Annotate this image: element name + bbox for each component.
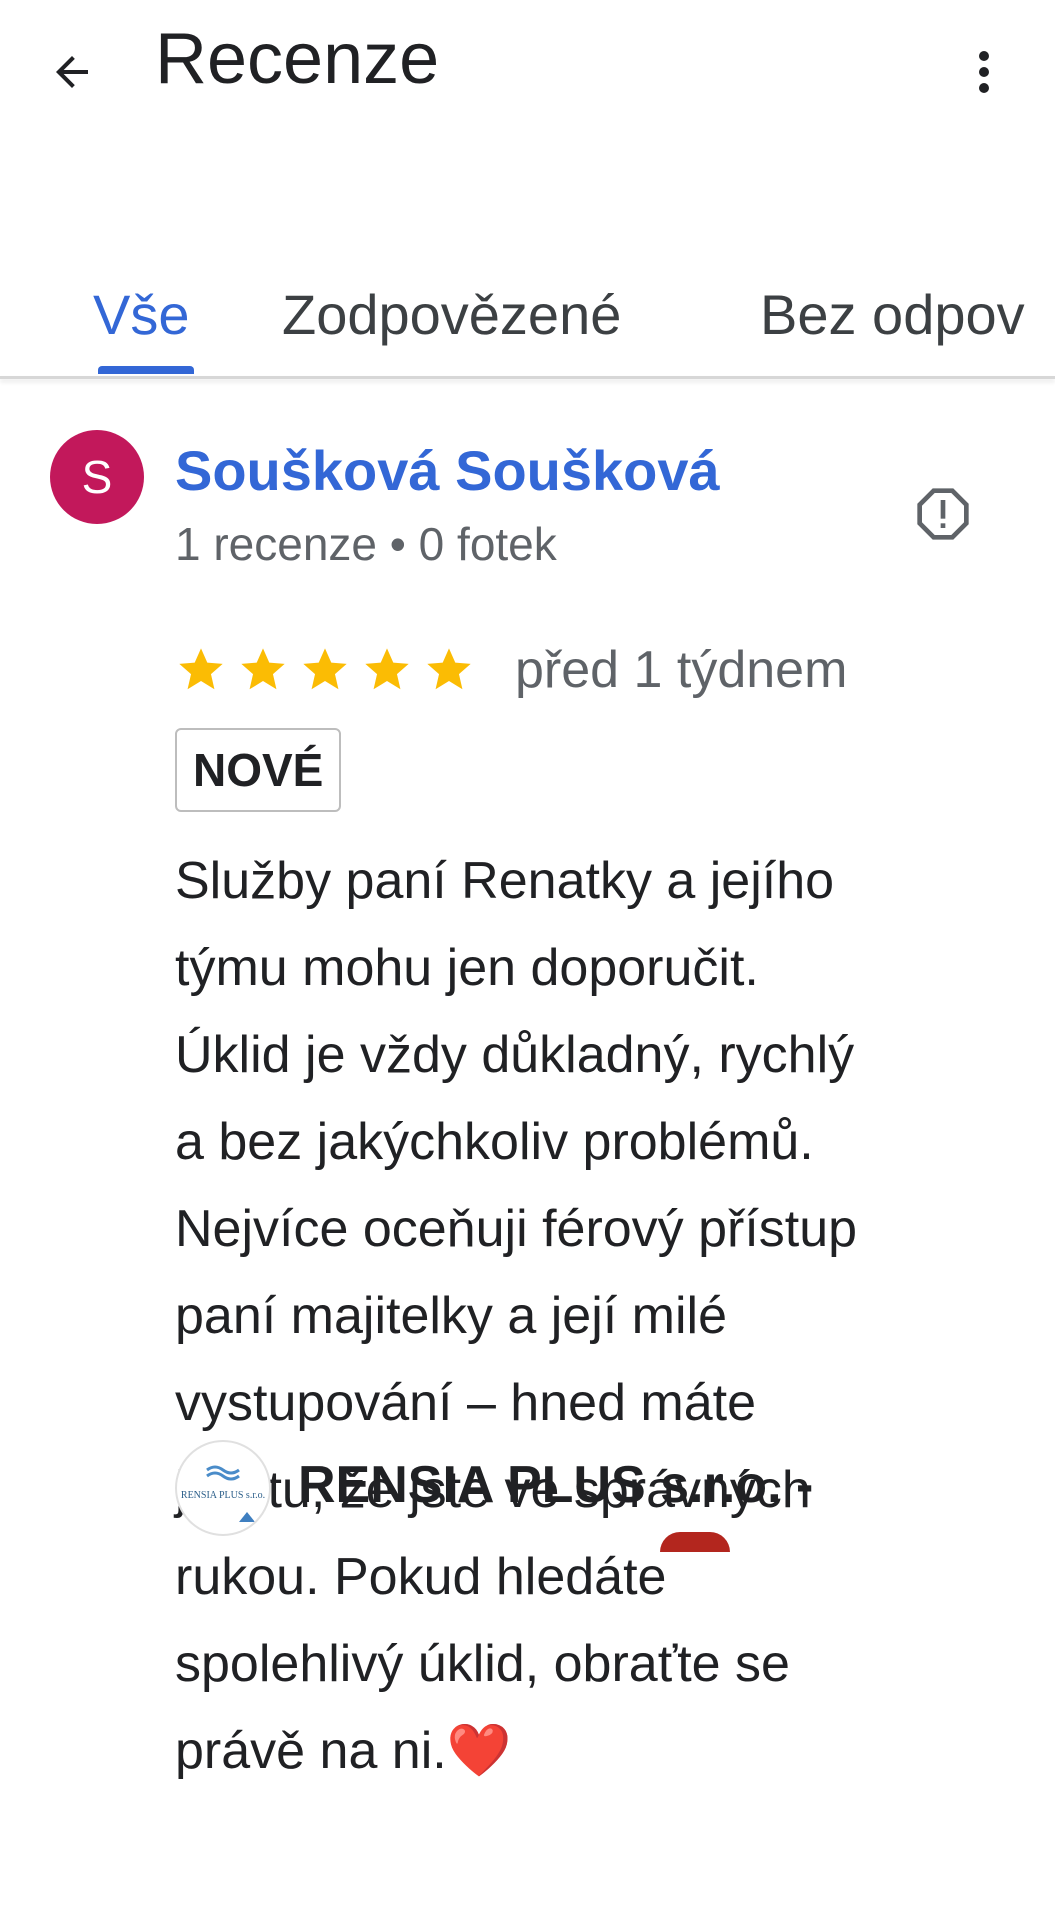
avatar-letter: S: [81, 451, 113, 503]
tab-unanswered[interactable]: Bez odpov: [760, 280, 1025, 350]
owner-logo: RENSIA PLUS s.r.o.: [175, 1440, 271, 1536]
rating-stars: [175, 640, 475, 700]
tabs-divider: [0, 376, 1055, 379]
new-badge: NOVÉ: [175, 728, 342, 812]
star-icon: [365, 648, 409, 690]
owner-badge-chip: [660, 1532, 730, 1552]
owner-logo-text: RENSIA PLUS s.r.o.: [181, 1490, 265, 1501]
review-text-line: Nejvíce oceňuji férový přístup: [175, 1200, 858, 1258]
report-flag-icon: [917, 488, 969, 540]
tab-all[interactable]: Vše: [93, 280, 190, 350]
owner-reply: RENSIA PLUS s.r.o. RENSIA PLUS s.r.o. -: [0, 1430, 1055, 1552]
star-icon: [179, 648, 223, 690]
app-bar: Recenze: [0, 0, 1055, 160]
heart-emoji-icon: ❤️: [446, 1722, 512, 1780]
owner-logo-icon: RENSIA PLUS s.r.o.: [181, 1465, 265, 1522]
more-options-button[interactable]: [960, 40, 1008, 104]
tab-answered[interactable]: Zodpovězené: [282, 280, 621, 350]
report-review-button[interactable]: [915, 486, 971, 542]
more-vertical-icon: [979, 51, 989, 93]
review-text-line: a bez jakýchkoliv problémů.: [175, 1113, 814, 1171]
page-title: Recenze: [155, 19, 440, 99]
active-tab-indicator: [98, 366, 194, 374]
review-time: před 1 týdnem: [515, 641, 848, 699]
review-text-line: paní majitelky a její milé: [175, 1287, 727, 1345]
review-author[interactable]: Soušková Soušková: [175, 438, 720, 504]
review-text-line: Služby paní Renatky a jejího: [175, 852, 835, 910]
review-text-last: právě na ni.: [175, 1722, 447, 1780]
star-icon: [241, 648, 285, 690]
review-text-line: spolehlivý úklid, obraťte se: [175, 1635, 790, 1693]
avatar[interactable]: S: [50, 430, 144, 524]
arrow-left-icon: [56, 56, 88, 88]
review-text-line: rukou. Pokud hledáte: [175, 1548, 667, 1606]
star-icon: [303, 648, 347, 690]
review-text-line: týmu mohu jen doporučit.: [175, 939, 759, 997]
review-text: Služby paní Renatky a jejího týmu mohu j…: [175, 838, 1020, 1795]
owner-name: RENSIA PLUS s.r.o. -: [298, 1456, 814, 1514]
review-author-meta: 1 recenze • 0 fotek: [175, 518, 557, 570]
review-text-line: Úklid je vždy důkladný, rychlý: [175, 1026, 855, 1084]
back-button[interactable]: [40, 40, 104, 104]
star-icon: [427, 648, 471, 690]
review-text-line: právě na ni.❤️: [175, 1708, 1020, 1795]
tab-bar: Vše Zodpovězené Bez odpov: [0, 270, 1055, 378]
